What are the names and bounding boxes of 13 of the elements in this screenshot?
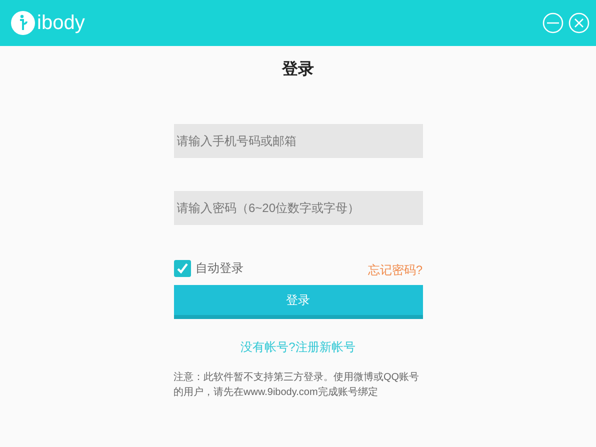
forgot-password-link[interactable]: 忘记密码? xyxy=(368,261,422,279)
input-field[interactable]: 请输入密码（6~20位数字或字母） xyxy=(174,191,422,225)
login-button[interactable]: 登录 xyxy=(174,285,422,319)
register-link[interactable]: 没有帐号?注册新帐号 xyxy=(240,338,356,356)
checkbox-label: 自动登录 xyxy=(196,260,244,277)
page-heading: 登录 xyxy=(282,60,314,80)
checkbox[interactable] xyxy=(174,260,190,276)
notice-text: 注意：此软件暂不支持第三方登录。使用微博或QQ账号的用户，请先在www.9ibody.com完成账号绑定 xyxy=(174,370,420,400)
minimize-icon[interactable] xyxy=(542,12,564,34)
logo-icon xyxy=(11,11,35,35)
app-name: ibody xyxy=(37,11,85,36)
input-field[interactable]: 请输入手机号码或邮箱 xyxy=(174,124,422,158)
close-icon[interactable] xyxy=(568,12,590,34)
